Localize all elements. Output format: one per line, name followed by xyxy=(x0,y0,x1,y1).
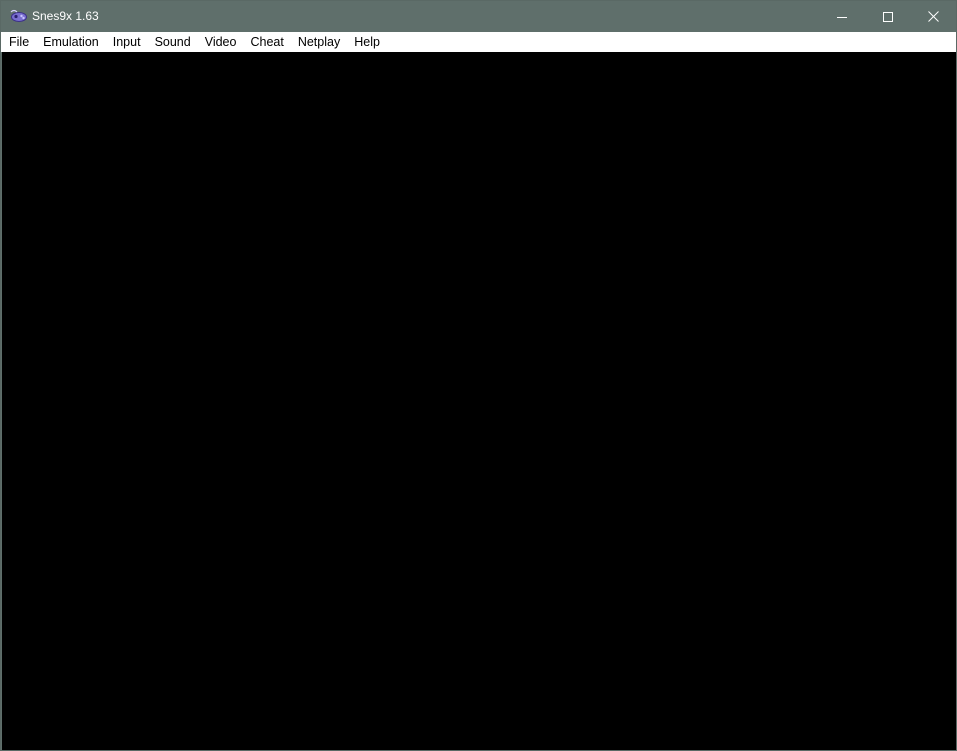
minimize-icon xyxy=(837,12,847,22)
menu-sound[interactable]: Sound xyxy=(148,32,198,52)
menu-input[interactable]: Input xyxy=(106,32,148,52)
title-bar[interactable]: Snes9x 1.63 xyxy=(1,1,956,32)
window-title: Snes9x 1.63 xyxy=(32,9,99,23)
menu-help[interactable]: Help xyxy=(347,32,387,52)
menu-bar: File Emulation Input Sound Video Cheat N… xyxy=(1,32,956,52)
close-button[interactable] xyxy=(910,1,956,32)
maximize-icon xyxy=(883,11,893,22)
maximize-button[interactable] xyxy=(865,1,911,32)
close-icon xyxy=(927,11,939,22)
snes9x-app-icon xyxy=(9,8,27,24)
app-window: Snes9x 1.63 File Emulation Input Sound V… xyxy=(0,0,957,751)
menu-netplay[interactable]: Netplay xyxy=(291,32,347,52)
menu-file[interactable]: File xyxy=(2,32,36,52)
menu-emulation[interactable]: Emulation xyxy=(36,32,106,52)
emulator-display[interactable] xyxy=(2,52,956,750)
minimize-button[interactable] xyxy=(819,1,865,32)
menu-cheat[interactable]: Cheat xyxy=(243,32,290,52)
menu-video[interactable]: Video xyxy=(198,32,244,52)
